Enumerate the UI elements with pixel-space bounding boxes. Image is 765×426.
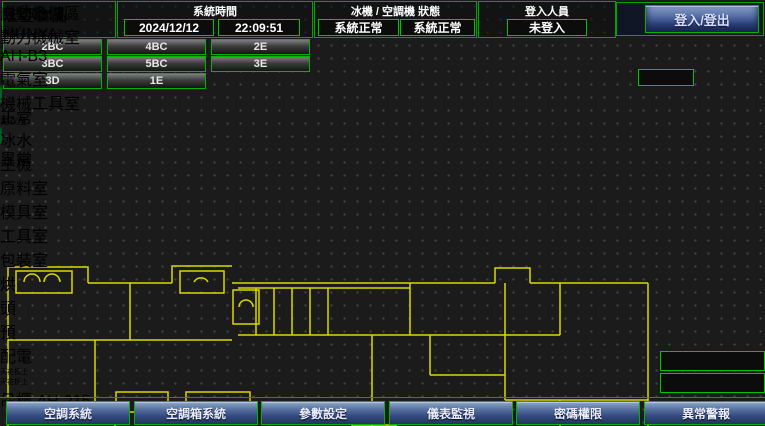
room-label: 模具室 — [0, 199, 765, 223]
room-label: 機械工具室 — [0, 90, 765, 114]
room-label: 天花板上 — [0, 377, 765, 387]
room-label: 動力機械室 — [0, 24, 765, 48]
room-label: AH-B3 — [0, 48, 765, 66]
room-label: 工具室 — [0, 223, 765, 247]
hmi-screen: 宏亞食品 HUNYA FOODS 系統時間 2024/12/12 22:09:5… — [0, 0, 765, 426]
room-label: 預 — [0, 319, 765, 343]
room-label: 烘 — [0, 271, 765, 295]
nav-button-密碼權限[interactable]: 密碼權限 — [516, 401, 640, 425]
nav-button-空調箱系統[interactable]: 空調箱系統 — [134, 401, 258, 425]
room-label: 包裝室 — [0, 247, 765, 271]
nav-button-異常警報[interactable]: 異常警報 — [644, 401, 765, 425]
room-label: 天花板上 — [0, 367, 765, 377]
room-label: 自動倉儲區 — [0, 0, 765, 24]
room-label: 配電 — [0, 343, 765, 367]
room-label: 電氣室 — [0, 66, 765, 90]
room-label: 頭 — [0, 295, 765, 319]
nav-button-儀表監視[interactable]: 儀表監視 — [389, 401, 513, 425]
nav-button-空調系統[interactable]: 空調系統 — [6, 401, 130, 425]
room-label: 更衣室 — [0, 114, 765, 127]
room-label: 冰水 — [0, 127, 765, 151]
floorplan-overlay: 自動倉儲區動力機械室AH-B3電氣室機械工具室更衣室冰水主機原料室模具室工具室包… — [0, 0, 765, 426]
room-label: 主機 — [0, 151, 765, 175]
nav-separator — [0, 397, 765, 398]
nav-button-參數設定[interactable]: 參數設定 — [261, 401, 385, 425]
room-label: 原料室 — [0, 175, 765, 199]
